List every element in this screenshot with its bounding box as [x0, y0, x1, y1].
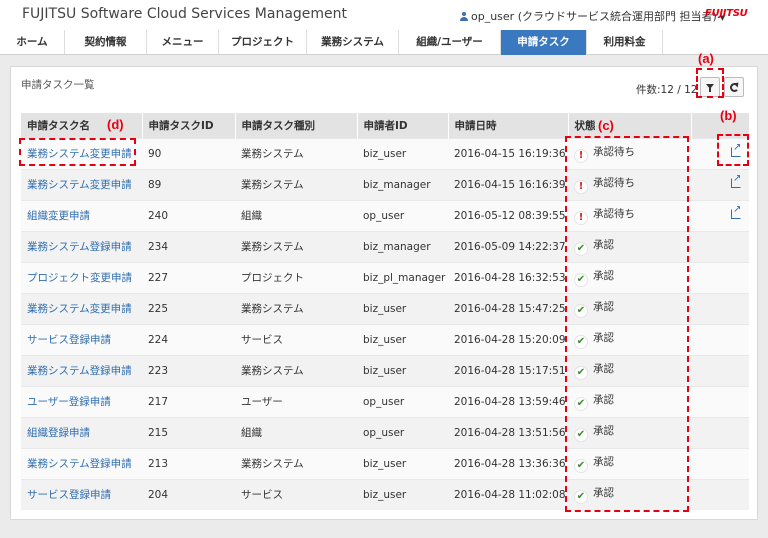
- task-type: プロジェクト: [235, 261, 357, 293]
- nav-business-system[interactable]: 業務システム: [307, 30, 399, 54]
- nav-menu[interactable]: メニュー: [147, 30, 219, 54]
- applicant-id: op_user: [357, 416, 448, 448]
- applicant-id: biz_user: [357, 292, 448, 324]
- task-id: 227: [142, 261, 235, 293]
- nav-home[interactable]: ホーム: [0, 30, 65, 54]
- callout-box-d: [19, 138, 136, 166]
- task-id: 234: [142, 230, 235, 262]
- applicant-id: op_user: [357, 385, 448, 417]
- request-datetime: 2016-05-09 14:22:37: [448, 230, 568, 262]
- task-name-link[interactable]: サービス登録申請: [27, 489, 111, 501]
- task-type: 業務システム: [235, 354, 357, 386]
- applicant-id: biz_manager: [357, 230, 448, 262]
- task-type: 業務システム: [235, 292, 357, 324]
- task-id: 223: [142, 354, 235, 386]
- task-id: 215: [142, 416, 235, 448]
- task-name-link[interactable]: プロジェクト変更申請: [27, 272, 132, 284]
- nav-org-user[interactable]: 組織/ユーザー: [399, 30, 501, 54]
- col-header-status[interactable]: 状態: [568, 113, 692, 138]
- task-id: 240: [142, 199, 235, 231]
- task-id: 204: [142, 478, 235, 510]
- refresh-button[interactable]: [724, 77, 744, 97]
- top-bar: FUJITSU Software Cloud Services Manageme…: [0, 0, 768, 30]
- callout-box-a: [696, 68, 724, 98]
- task-id: 225: [142, 292, 235, 324]
- external-link-icon[interactable]: [731, 204, 741, 219]
- task-name-link[interactable]: サービス登録申請: [27, 334, 111, 346]
- user-menu[interactable]: op_user (クラウドサービス統合運用部門 担当者) ▼: [460, 8, 725, 24]
- app-title: FUJITSU Software Cloud Services Manageme…: [22, 6, 348, 22]
- nav-usage-fee[interactable]: 利用料金: [587, 30, 663, 54]
- task-type: ユーザー: [235, 385, 357, 417]
- task-id: 224: [142, 323, 235, 355]
- request-datetime: 2016-04-28 11:02:08: [448, 478, 568, 510]
- request-datetime: 2016-05-12 08:39:55: [448, 199, 568, 231]
- task-id: 90: [142, 137, 235, 169]
- nav-request-task[interactable]: 申請タスク: [501, 30, 587, 55]
- col-header-name[interactable]: 申請タスク名: [21, 113, 143, 138]
- task-type: 業務システム: [235, 447, 357, 479]
- applicant-id: biz_user: [357, 447, 448, 479]
- external-link-icon[interactable]: [731, 173, 741, 188]
- request-datetime: 2016-04-28 15:20:09: [448, 323, 568, 355]
- task-name-link[interactable]: 業務システム登録申請: [27, 365, 132, 377]
- task-name-link[interactable]: 業務システム変更申請: [27, 303, 132, 315]
- col-header-datetime[interactable]: 申請日時: [448, 113, 569, 138]
- request-datetime: 2016-04-28 15:47:25: [448, 292, 568, 324]
- table-header-row: 申請タスク名 申請タスクID 申請タスク種別 申請者ID 申請日時 状態: [21, 113, 750, 138]
- task-name-link[interactable]: 業務システム登録申請: [27, 458, 132, 470]
- task-name-link[interactable]: ユーザー登録申請: [27, 396, 111, 408]
- callout-box-b: [717, 134, 749, 166]
- record-count: 件数:12 / 12: [636, 84, 698, 96]
- task-type: 組織: [235, 416, 357, 448]
- request-datetime: 2016-04-28 13:51:56: [448, 416, 568, 448]
- applicant-id: biz_user: [357, 354, 448, 386]
- task-type: 業務システム: [235, 168, 357, 200]
- applicant-id: biz_manager: [357, 168, 448, 200]
- col-header-applicant[interactable]: 申請者ID: [357, 113, 449, 138]
- callout-label-c: (c): [598, 118, 614, 133]
- applicant-id: biz_user: [357, 478, 448, 510]
- task-type: 業務システム: [235, 137, 357, 169]
- task-type: 組織: [235, 199, 357, 231]
- callout-box-c: [565, 136, 689, 512]
- nav-contract[interactable]: 契約情報: [65, 30, 147, 54]
- col-header-id[interactable]: 申請タスクID: [142, 113, 236, 138]
- refresh-icon: [730, 83, 739, 92]
- callout-label-a: (a): [698, 51, 714, 66]
- applicant-id: biz_pl_manager: [357, 261, 448, 293]
- task-id: 217: [142, 385, 235, 417]
- task-name-link[interactable]: 組織変更申請: [27, 210, 90, 222]
- task-name-link[interactable]: 業務システム変更申請: [27, 179, 132, 191]
- task-name-link[interactable]: 業務システム登録申請: [27, 241, 132, 253]
- fujitsu-logo: FUJITSU: [705, 8, 748, 19]
- task-name-link[interactable]: 組織登録申請: [27, 427, 90, 439]
- request-datetime: 2016-04-15 16:19:36: [448, 137, 568, 169]
- callout-label-b: (b): [720, 108, 737, 123]
- request-datetime: 2016-04-28 15:17:51: [448, 354, 568, 386]
- user-icon: [460, 12, 468, 21]
- col-header-type[interactable]: 申請タスク種別: [235, 113, 358, 138]
- task-type: 業務システム: [235, 230, 357, 262]
- applicant-id: biz_user: [357, 323, 448, 355]
- callout-label-d: (d): [107, 117, 124, 132]
- panel-title: 申請タスク一覧: [21, 79, 95, 91]
- task-type: サービス: [235, 323, 357, 355]
- applicant-id: biz_user: [357, 137, 448, 169]
- nav-project[interactable]: プロジェクト: [219, 30, 307, 54]
- user-name: op_user (クラウドサービス統合運用部門 担当者): [471, 10, 717, 23]
- main-nav: ホーム 契約情報 メニュー プロジェクト 業務システム 組織/ユーザー 申請タス…: [0, 30, 768, 55]
- request-datetime: 2016-04-28 16:32:53: [448, 261, 568, 293]
- applicant-id: op_user: [357, 199, 448, 231]
- request-datetime: 2016-04-28 13:59:46: [448, 385, 568, 417]
- task-id: 89: [142, 168, 235, 200]
- request-datetime: 2016-04-15 16:16:39: [448, 168, 568, 200]
- task-type: サービス: [235, 478, 357, 510]
- request-datetime: 2016-04-28 13:36:36: [448, 447, 568, 479]
- task-id: 213: [142, 447, 235, 479]
